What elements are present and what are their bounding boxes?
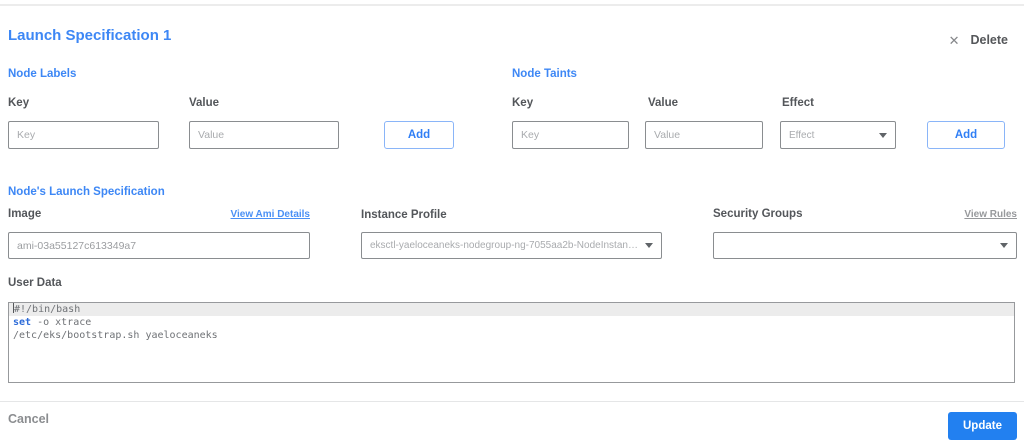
user-data-label: User Data xyxy=(8,277,62,289)
delete-button-label: Delete xyxy=(970,33,1008,47)
node-taints-key-input[interactable] xyxy=(512,121,629,149)
image-label: Image xyxy=(8,208,42,220)
user-data-code-editor[interactable]: #!/bin/bash set -o xtrace/etc/eks/bootstr… xyxy=(8,302,1015,383)
node-labels-value-input[interactable] xyxy=(189,121,339,149)
node-labels-key-input[interactable] xyxy=(8,121,159,149)
instance-profile-dropdown[interactable]: eksctl-yaeloceaneks-nodegroup-ng-7055aa2… xyxy=(361,232,662,259)
chevron-down-icon xyxy=(1000,243,1008,248)
code-segment: #!/bin/bash xyxy=(14,304,81,315)
image-input[interactable] xyxy=(8,232,310,259)
node-labels-value-label: Value xyxy=(189,97,220,109)
code-line: set -o xtrace xyxy=(9,316,1014,329)
instance-profile-label: Instance Profile xyxy=(361,209,447,221)
chevron-down-icon xyxy=(879,132,887,138)
security-groups-label-row: Security Groups View Rules xyxy=(713,208,1017,220)
page-title: Launch Specification 1 xyxy=(8,27,172,44)
node-labels-add-button[interactable]: Add xyxy=(384,121,454,149)
code-line: /etc/eks/bootstrap.sh yaeloceaneks xyxy=(9,329,1014,342)
security-groups-dropdown[interactable] xyxy=(713,232,1017,259)
code-segment: -o xtrace xyxy=(31,317,92,328)
node-taints-value-input[interactable] xyxy=(645,121,763,149)
node-taints-key-label: Key xyxy=(512,97,534,109)
image-label-row: Image View Ami Details xyxy=(8,208,310,220)
code-line: #!/bin/bash xyxy=(9,303,1014,316)
view-ami-details-link[interactable]: View Ami Details xyxy=(231,209,310,220)
instance-profile-value: eksctl-yaeloceaneks-nodegroup-ng-7055aa2… xyxy=(370,240,645,251)
top-divider xyxy=(0,4,1024,6)
chevron-down-icon xyxy=(645,243,653,248)
node-taints-effect-label: Effect xyxy=(782,97,814,109)
launch-specification-form: Launch Specification 1 ✕ Delete Node Lab… xyxy=(0,0,1024,444)
node-taints-effect-dropdown[interactable]: Effect xyxy=(780,121,896,149)
update-button[interactable]: Update xyxy=(948,412,1017,440)
section-title-node-labels: Node Labels xyxy=(8,68,77,80)
security-groups-label: Security Groups xyxy=(713,208,803,220)
code-segment: set xyxy=(13,317,32,328)
section-title-launch-spec: Node's Launch Specification xyxy=(8,186,165,198)
node-taints-add-button[interactable]: Add xyxy=(927,121,1005,149)
close-icon[interactable]: ✕ xyxy=(949,34,960,47)
section-title-node-taints: Node Taints xyxy=(512,68,577,80)
footer-divider xyxy=(0,401,1024,402)
code-segment: /etc/eks/bootstrap.sh yaeloceaneks xyxy=(13,330,218,341)
effect-dropdown-placeholder: Effect xyxy=(789,129,815,141)
view-rules-link[interactable]: View Rules xyxy=(964,209,1017,220)
delete-button[interactable]: ✕ Delete xyxy=(949,33,1008,47)
node-taints-value-label: Value xyxy=(648,97,679,109)
node-labels-key-label: Key xyxy=(8,97,30,109)
cancel-button[interactable]: Cancel xyxy=(8,412,49,426)
